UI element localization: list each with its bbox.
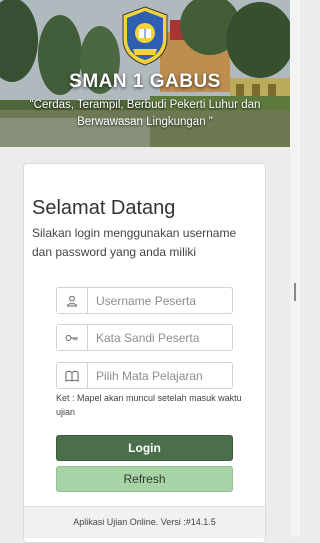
username-input[interactable] <box>88 288 228 313</box>
password-input[interactable] <box>88 325 228 350</box>
book-icon <box>57 363 88 388</box>
login-button[interactable]: Login <box>56 435 233 461</box>
welcome-title: Selamat Datang <box>32 197 176 219</box>
scrollbar-thumb[interactable] <box>294 283 296 301</box>
password-field[interactable] <box>56 324 233 351</box>
subject-input[interactable] <box>88 363 228 388</box>
scrollbar[interactable] <box>290 0 300 537</box>
user-icon <box>57 288 88 313</box>
app-version-footer: Aplikasi Ujian Online. Versi :#14.1.5 <box>24 506 265 538</box>
school-tagline: "Cerdas, Terampil, Berbudi Pekerti Luhur… <box>29 99 261 128</box>
login-instructions: Silakan login menggunakan username dan p… <box>32 226 237 259</box>
hero-banner: SMAN 1 GABUS "Cerdas, Terampil, Berbudi … <box>0 0 290 147</box>
school-name: SMAN 1 GABUS <box>69 71 221 92</box>
key-icon <box>57 325 88 350</box>
subject-note: Ket : Mapel akan muncul setelah masuk wa… <box>56 393 242 417</box>
username-field[interactable] <box>56 287 233 314</box>
subject-select[interactable] <box>56 362 233 389</box>
refresh-button[interactable]: Refresh <box>56 466 233 492</box>
school-logo <box>122 6 168 66</box>
